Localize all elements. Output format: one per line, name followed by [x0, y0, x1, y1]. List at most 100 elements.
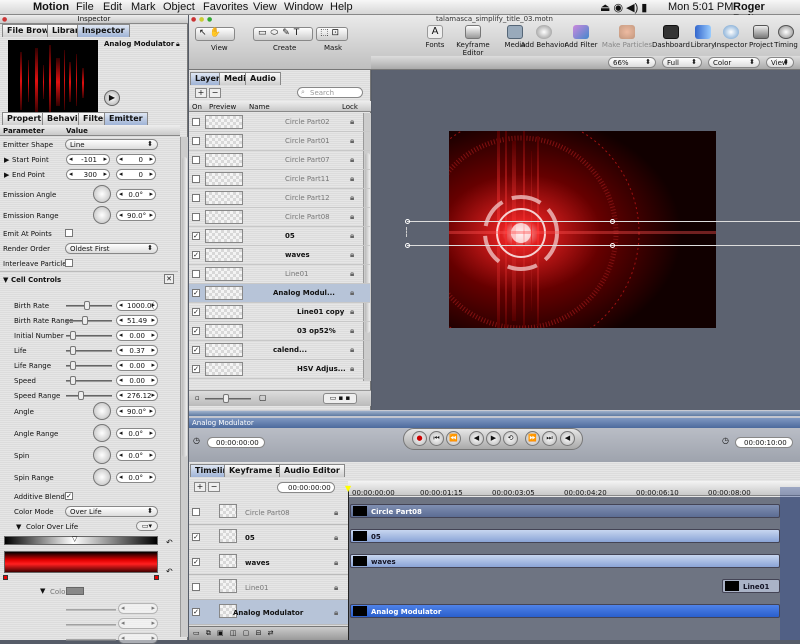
angle-range-field[interactable]: 0.0°: [116, 428, 156, 439]
menu-favorites[interactable]: Favorites: [203, 1, 248, 13]
handle-point[interactable]: [610, 219, 615, 224]
layer-name[interactable]: Circle Part12: [285, 194, 330, 202]
play-preview-button[interactable]: ▶: [104, 90, 120, 106]
lock-icon[interactable]: 🔒︎: [350, 250, 354, 260]
lock-icon[interactable]: 🔒︎: [350, 174, 354, 184]
layer-name[interactable]: Circle Part01: [285, 137, 330, 145]
reset-icon[interactable]: ↶: [166, 538, 173, 547]
timeline-clip-bar[interactable]: Line01: [722, 579, 780, 593]
menu-help[interactable]: Help: [330, 1, 353, 13]
mini-timeline[interactable]: [189, 411, 800, 416]
opacity-tag-icon[interactable]: ▽: [72, 535, 77, 543]
large-thumb-icon[interactable]: ▢: [259, 393, 267, 402]
layer-name[interactable]: 03 op52%: [297, 327, 336, 335]
layer-row[interactable]: Circle Part02 🔒︎: [189, 113, 370, 132]
disclosure-triangle-icon[interactable]: ▶: [4, 171, 9, 179]
lock-icon[interactable]: 🔒︎: [350, 231, 354, 241]
record-button[interactable]: ●: [412, 431, 427, 446]
loop-button[interactable]: ⟲: [503, 431, 518, 446]
reset-icon[interactable]: ↶: [166, 567, 173, 576]
lock-icon[interactable]: 🔒︎: [350, 326, 354, 336]
opacity-gradient-bar[interactable]: [4, 536, 158, 545]
playhead-marker-icon[interactable]: ▼: [345, 484, 351, 493]
clock[interactable]: Mon 5:01 PM: [668, 1, 733, 13]
spin-range-field[interactable]: 0.0°: [116, 472, 156, 483]
timeline-clip-bar[interactable]: 05: [350, 529, 780, 543]
lock-icon[interactable]: 🔒︎: [334, 558, 338, 568]
slider-knob[interactable]: [70, 376, 76, 385]
layer-name[interactable]: Circle Part08: [285, 213, 330, 221]
param-value-field[interactable]: 0.37: [116, 345, 158, 356]
emission-range-dial[interactable]: [93, 206, 111, 224]
angle-range-dial[interactable]: [93, 424, 111, 442]
timing-button[interactable]: Timing: [767, 25, 800, 49]
add-track-button[interactable]: +: [194, 482, 206, 492]
zoom-select[interactable]: 66%: [608, 57, 656, 68]
slider-knob[interactable]: [70, 361, 76, 370]
close-icon[interactable]: ●: [191, 16, 196, 23]
layer-row[interactable]: ✓ 03 op52% 🔒︎: [189, 322, 370, 341]
layer-name[interactable]: Circle Part02: [285, 118, 330, 126]
emitter-shape-select[interactable]: Line: [65, 139, 158, 150]
go-to-start-button[interactable]: ⏮: [429, 431, 444, 446]
lock-icon[interactable]: 🔒︎: [334, 533, 338, 543]
color-gradient-bar[interactable]: [4, 551, 158, 573]
track-enable-checkbox[interactable]: [192, 583, 200, 591]
lock-icon[interactable]: 🔒︎: [350, 193, 354, 203]
layer-visibility-checkbox[interactable]: [192, 175, 200, 183]
tab-emitter[interactable]: Emitter: [104, 112, 148, 125]
spin-range-dial[interactable]: [93, 468, 111, 486]
layer-visibility-checkbox[interactable]: [192, 194, 200, 202]
timeline-timecode-field[interactable]: 00:00:00:00: [277, 482, 335, 493]
current-time-field[interactable]: 00:00:00:00: [207, 437, 265, 448]
start-y-field[interactable]: 0: [116, 154, 156, 165]
handle-point[interactable]: [610, 243, 615, 248]
zoom-icon[interactable]: ●: [207, 16, 212, 23]
layer-name[interactable]: waves: [285, 251, 310, 259]
param-slider[interactable]: [66, 316, 112, 325]
menu-mark[interactable]: Mark: [131, 1, 155, 13]
param-value-field[interactable]: 1000.0(: [116, 300, 158, 311]
layer-visibility-checkbox[interactable]: ✓: [192, 365, 200, 373]
timeline-clip-bar[interactable]: waves: [350, 554, 780, 568]
track-enable-checkbox[interactable]: ✓: [192, 533, 200, 541]
timeline-track-header[interactable]: Circle Part08 🔒︎: [189, 500, 348, 525]
lock-icon[interactable]: 🔒︎: [350, 136, 354, 146]
track-area[interactable]: [348, 497, 800, 640]
layer-visibility-checkbox[interactable]: ✓: [192, 346, 200, 354]
timeline-track-header[interactable]: ✓ waves 🔒︎: [189, 550, 348, 575]
emitter-line-handle[interactable]: [407, 221, 800, 222]
slider-knob[interactable]: [70, 346, 76, 355]
color-well[interactable]: [66, 587, 84, 595]
menu-view[interactable]: View: [253, 1, 277, 13]
param-slider[interactable]: [66, 361, 112, 370]
layer-row[interactable]: ✓ Analog Modul... 🔒︎: [189, 284, 370, 303]
slider-knob[interactable]: [223, 394, 229, 403]
param-value-field[interactable]: 276.12: [116, 390, 158, 401]
lock-icon[interactable]: 🔒︎: [350, 155, 354, 165]
layer-visibility-checkbox[interactable]: [192, 270, 200, 278]
color-tag-icon[interactable]: [3, 575, 8, 580]
slider-knob[interactable]: [70, 331, 76, 340]
audio-button[interactable]: ◀: [560, 431, 575, 446]
select-tool-button[interactable]: ↖✋: [195, 27, 235, 41]
inspector-scrollbar[interactable]: [180, 137, 188, 637]
lock-icon[interactable]: 🔒︎: [334, 508, 338, 518]
param-slider[interactable]: [66, 301, 112, 310]
layer-row[interactable]: Circle Part01 🔒︎: [189, 132, 370, 151]
param-value-field[interactable]: 51.49: [116, 315, 158, 326]
lock-icon[interactable]: 🔒︎: [350, 269, 354, 279]
tab-inspector[interactable]: Inspector: [77, 24, 130, 37]
angle-dial[interactable]: [93, 402, 111, 420]
layer-visibility-checkbox[interactable]: [192, 118, 200, 126]
param-value-field[interactable]: 0.00: [116, 375, 158, 386]
layer-name[interactable]: Line01: [285, 270, 309, 278]
thumb-size-slider[interactable]: [205, 394, 251, 403]
layer-row[interactable]: ✓ 05 🔒︎: [189, 227, 370, 246]
remove-track-button[interactable]: −: [208, 482, 220, 492]
app-menu[interactable]: Motion: [33, 1, 69, 13]
layer-visibility-checkbox[interactable]: [192, 213, 200, 221]
layer-visibility-checkbox[interactable]: ✓: [192, 251, 200, 259]
layer-row[interactable]: ✓ waves 🔒︎: [189, 246, 370, 265]
menu-file[interactable]: File: [76, 1, 94, 13]
